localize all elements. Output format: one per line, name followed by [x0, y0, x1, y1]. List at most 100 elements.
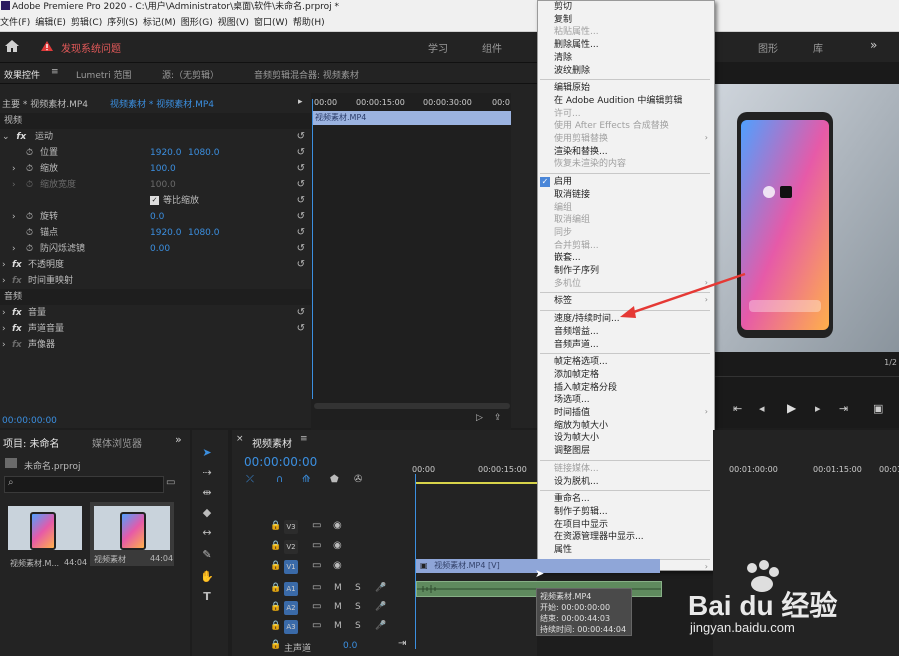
menu-clip[interactable]: 剪辑(C) [71, 18, 102, 28]
menu-marker[interactable]: 标记(M) [143, 18, 176, 28]
stopwatch-icon[interactable]: ⏱ [26, 241, 33, 257]
reset-icon[interactable]: ↺ [297, 225, 305, 241]
more-workspaces-icon[interactable]: » [870, 38, 877, 52]
track-target[interactable]: A2 [284, 601, 298, 615]
rotation-row[interactable]: › ⏱ 旋转 0.0 ↺ [0, 209, 311, 225]
work-area-bar[interactable] [415, 482, 537, 484]
go-to-end-icon[interactable]: ⇥ [398, 638, 406, 649]
sync-lock-icon[interactable]: ▭ [312, 601, 321, 612]
position-row[interactable]: ⏱ 位置 1920.0 1080.0 ↺ [0, 145, 311, 161]
solo-button[interactable]: S [355, 602, 361, 612]
add-marker-icon[interactable]: ⬟ [330, 474, 339, 485]
sync-lock-icon[interactable]: ▭ [312, 520, 321, 531]
filter-icon[interactable]: ▷ [476, 413, 483, 423]
context-menu-item[interactable]: 标签 [554, 295, 572, 307]
step-back-icon[interactable]: ⇤ [733, 402, 742, 415]
fx-icon[interactable]: fx [12, 321, 22, 337]
play-only-audio-icon[interactable]: ▸ [298, 97, 303, 107]
expand-icon[interactable]: › [2, 257, 6, 273]
track-target[interactable]: V2 [284, 540, 298, 554]
uniform-scale-row[interactable]: ✓ 等比缩放 ↺ [0, 193, 311, 209]
expand-icon[interactable]: › [12, 209, 16, 225]
motion-row[interactable]: ⌄ fx 运动 ↺ [0, 129, 311, 145]
ripple-edit-tool-icon[interactable]: ⇹ [198, 484, 216, 502]
reset-icon[interactable]: ↺ [297, 305, 305, 321]
context-menu-item[interactable]: 编辑原始 [554, 82, 590, 94]
fx-icon[interactable]: fx [12, 257, 22, 273]
timeline-close-icon[interactable]: × [236, 434, 244, 444]
expand-icon[interactable]: › [12, 241, 16, 257]
sync-lock-icon[interactable]: ▭ [312, 540, 321, 551]
uniform-scale-checkbox[interactable]: ✓ [150, 196, 159, 205]
tab-lumetri-scopes[interactable]: Lumetri 范围 [76, 68, 131, 81]
tab-audio-clip-mixer[interactable]: 音频剪辑混合器: 视频素材 [254, 68, 359, 81]
anchor-x-value[interactable]: 1920.0 [150, 225, 182, 241]
eye-icon[interactable]: ◉ [333, 520, 342, 531]
project-search-input[interactable] [4, 476, 164, 493]
lock-icon[interactable]: 🔒 [270, 583, 281, 593]
new-bin-icon[interactable]: ▭ [166, 477, 175, 488]
context-menu-item[interactable]: 制作子剪辑... [554, 506, 608, 518]
snap-icon[interactable]: ∩ [276, 474, 283, 485]
sync-lock-icon[interactable]: ▭ [312, 560, 321, 571]
keyframe-area[interactable] [311, 93, 511, 433]
reset-icon[interactable]: ↺ [297, 177, 305, 193]
lock-icon[interactable]: 🔒 [270, 561, 281, 571]
type-tool-icon[interactable]: T [198, 588, 216, 606]
linked-selection-icon[interactable]: ⟰ [302, 474, 310, 485]
tab-effect-controls[interactable]: 效果控件 [4, 68, 40, 81]
lock-icon[interactable]: 🔒 [270, 602, 281, 612]
keyframe-scrollbar[interactable] [314, 403, 510, 409]
context-menu-item[interactable]: 取消链接 [554, 189, 590, 201]
master-clip-label[interactable]: 主要 * 视频素材.MP4 [2, 97, 88, 110]
effect-controls-timecode[interactable]: 00:00:00:00 [2, 416, 57, 426]
lock-icon[interactable]: 🔒 [270, 521, 281, 531]
panel-menu-icon[interactable]: ≡ [51, 67, 59, 77]
expand-icon[interactable]: › [2, 273, 6, 289]
time-remap-row[interactable]: › fx 时间重映射 [0, 273, 311, 289]
settings-wrench-icon[interactable]: ✇ [354, 474, 362, 485]
menu-sequence[interactable]: 序列(S) [107, 18, 138, 28]
menu-edit[interactable]: 编辑(E) [35, 18, 66, 28]
play-icon[interactable]: ▶ [787, 401, 796, 415]
lock-icon[interactable]: 🔒 [270, 541, 281, 551]
track-target[interactable]: A3 [284, 620, 298, 634]
solo-button[interactable]: S [355, 583, 361, 593]
eye-icon[interactable]: ◉ [333, 540, 342, 551]
stopwatch-icon[interactable]: ⏱ [26, 225, 33, 241]
menu-help[interactable]: 帮助(H) [293, 18, 325, 28]
context-menu-item[interactable]: 添加帧定格 [554, 369, 599, 381]
reset-icon[interactable]: ↺ [297, 321, 305, 337]
anti-flicker-row[interactable]: › ⏱ 防闪烁滤镜 0.00 ↺ [0, 241, 311, 257]
frame-back-icon[interactable]: ◂ [759, 402, 765, 415]
context-menu-item[interactable]: 在资源管理器中显示... [554, 531, 644, 543]
reset-icon[interactable]: ↺ [297, 209, 305, 225]
expand-icon[interactable]: › [2, 321, 6, 337]
reset-icon[interactable]: ↺ [297, 257, 305, 273]
track-target[interactable]: V3 [284, 520, 298, 534]
microphone-icon[interactable]: 🎤 [375, 602, 386, 612]
anti-flicker-value[interactable]: 0.00 [150, 241, 170, 257]
position-x-value[interactable]: 1920.0 [150, 145, 182, 161]
more-panels-icon[interactable]: » [175, 433, 182, 446]
context-menu-item[interactable]: 波纹删除 [554, 65, 590, 77]
lock-icon[interactable]: 🔒 [270, 640, 281, 650]
home-icon[interactable] [4, 39, 20, 53]
lock-icon[interactable]: 🔒 [270, 621, 281, 631]
workspace-tab-graphics[interactable]: 图形 [758, 40, 778, 55]
context-menu-item[interactable]: 场选项... [554, 394, 590, 406]
tab-project[interactable]: 项目: 未命名 [3, 435, 60, 450]
menu-window[interactable]: 窗口(W) [254, 18, 288, 28]
track-target[interactable]: V1 [284, 560, 298, 574]
project-item-thumbnail[interactable] [8, 506, 82, 550]
mute-button[interactable]: M [334, 583, 342, 593]
razor-tool-icon[interactable]: ◆ [198, 504, 216, 522]
context-menu-item[interactable]: 重命名... [554, 493, 590, 505]
expand-icon[interactable]: › [12, 161, 16, 177]
context-menu-item[interactable]: 清除 [554, 52, 572, 64]
fx-icon[interactable]: fx [16, 132, 26, 142]
menu-view[interactable]: 视图(V) [218, 18, 249, 28]
master-value[interactable]: 0.0 [343, 641, 357, 651]
microphone-icon[interactable]: 🎤 [375, 621, 386, 631]
volume-row[interactable]: › fx 音量 ↺ [0, 305, 311, 321]
